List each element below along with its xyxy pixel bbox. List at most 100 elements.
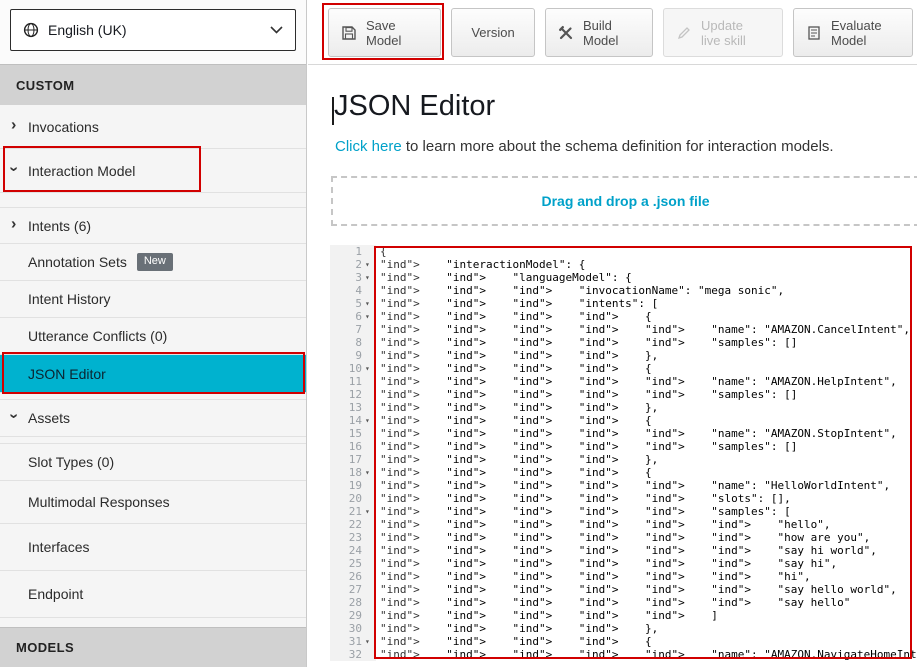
editor-line-text[interactable]: "ind"> xyxy=(376,544,446,557)
line-number-gutter[interactable]: 13 xyxy=(330,401,376,414)
editor-line-text[interactable]: "ind"> xyxy=(376,622,446,635)
line-number-gutter[interactable]: 27 xyxy=(330,583,376,596)
json-dropzone[interactable]: Drag and drop a .json file xyxy=(331,176,917,226)
update-live-skill-button[interactable]: Update live skill xyxy=(663,8,783,57)
editor-line-text[interactable]: "ind"> xyxy=(376,284,446,297)
editor-line-11[interactable]: 11"ind"> "ind"> "ind"> "ind"> "ind"> "na… xyxy=(330,375,917,388)
editor-line-text[interactable]: "ind"> xyxy=(376,427,446,440)
editor-line-16[interactable]: 16"ind"> "ind"> "ind"> "ind"> "ind"> "sa… xyxy=(330,440,917,453)
line-number-gutter[interactable]: 30 xyxy=(330,622,376,635)
editor-line-14[interactable]: 14▾"ind"> "ind"> "ind"> "ind"> { xyxy=(330,414,917,427)
fold-arrow-icon[interactable]: ▾ xyxy=(365,258,376,271)
editor-line-19[interactable]: 19"ind"> "ind"> "ind"> "ind"> "ind"> "na… xyxy=(330,479,917,492)
line-number-gutter[interactable]: 29 xyxy=(330,609,376,622)
editor-line-text[interactable]: "ind"> xyxy=(376,440,446,453)
editor-line-text[interactable]: "ind"> xyxy=(376,505,446,518)
fold-arrow-icon[interactable]: ▾ xyxy=(365,414,376,427)
editor-line-10[interactable]: 10▾"ind"> "ind"> "ind"> "ind"> { xyxy=(330,362,917,375)
editor-line-28[interactable]: 28"ind"> "ind"> "ind"> "ind"> "ind"> "in… xyxy=(330,596,917,609)
editor-line-31[interactable]: 31▾"ind"> "ind"> "ind"> "ind"> { xyxy=(330,635,917,648)
line-number-gutter[interactable]: 7 xyxy=(330,323,376,336)
line-number-gutter[interactable]: 16 xyxy=(330,440,376,453)
editor-line-32[interactable]: 32"ind"> "ind"> "ind"> "ind"> "ind"> "na… xyxy=(330,648,917,661)
editor-line-text[interactable]: "ind"> xyxy=(376,414,446,427)
line-number-gutter[interactable]: 8 xyxy=(330,336,376,349)
language-selector[interactable]: English (UK) xyxy=(10,9,296,51)
fold-arrow-icon[interactable]: ▾ xyxy=(365,362,376,375)
line-number-gutter[interactable]: 20 xyxy=(330,492,376,505)
sidebar-item-annotation-sets[interactable]: Annotation Sets New xyxy=(0,244,306,281)
editor-line-8[interactable]: 8"ind"> "ind"> "ind"> "ind"> "ind"> "sam… xyxy=(330,336,917,349)
line-number-gutter[interactable]: 4 xyxy=(330,284,376,297)
sidebar-item-endpoint[interactable]: Endpoint xyxy=(0,571,306,618)
editor-line-25[interactable]: 25"ind"> "ind"> "ind"> "ind"> "ind"> "in… xyxy=(330,557,917,570)
fold-arrow-icon[interactable]: ▾ xyxy=(365,635,376,648)
line-number-gutter[interactable]: 1 xyxy=(330,245,376,258)
sidebar-item-utterance-conflicts[interactable]: Utterance Conflicts (0) xyxy=(0,318,306,355)
sidebar-item-intent-history[interactable]: Intent History xyxy=(0,281,306,318)
editor-line-20[interactable]: 20"ind"> "ind"> "ind"> "ind"> "ind"> "sl… xyxy=(330,492,917,505)
editor-line-29[interactable]: 29"ind"> "ind"> "ind"> "ind"> "ind"> ] xyxy=(330,609,917,622)
line-number-gutter[interactable]: 6▾ xyxy=(330,310,376,323)
editor-line-3[interactable]: 3▾"ind"> "ind"> "languageModel": { xyxy=(330,271,917,284)
sidebar-item-assets[interactable]: › Assets xyxy=(0,399,306,437)
click-here-link[interactable]: Click here xyxy=(335,138,402,155)
line-number-gutter[interactable]: 24 xyxy=(330,544,376,557)
editor-line-text[interactable]: "ind"> xyxy=(376,258,446,271)
line-number-gutter[interactable]: 11 xyxy=(330,375,376,388)
evaluate-model-button[interactable]: Evaluate Model xyxy=(793,8,913,57)
editor-line-text[interactable]: "ind"> xyxy=(376,310,446,323)
editor-line-4[interactable]: 4"ind"> "ind"> "ind"> "invocationName": … xyxy=(330,284,917,297)
editor-line-1[interactable]: 1{ xyxy=(330,245,917,258)
line-number-gutter[interactable]: 25 xyxy=(330,557,376,570)
editor-line-text[interactable]: "ind"> xyxy=(376,596,446,609)
editor-line-text[interactable]: "ind"> xyxy=(376,453,446,466)
sidebar-item-multimodal-responses[interactable]: Multimodal Responses xyxy=(0,481,306,524)
editor-line-26[interactable]: 26"ind"> "ind"> "ind"> "ind"> "ind"> "in… xyxy=(330,570,917,583)
line-number-gutter[interactable]: 32 xyxy=(330,648,376,661)
editor-line-text[interactable]: "ind"> xyxy=(376,466,446,479)
sidebar-item-invocations[interactable]: › Invocations xyxy=(0,105,306,149)
sidebar-item-interaction-model[interactable]: › Interaction Model xyxy=(0,149,306,193)
editor-line-text[interactable]: "ind"> xyxy=(376,531,446,544)
line-number-gutter[interactable]: 26 xyxy=(330,570,376,583)
editor-line-17[interactable]: 17"ind"> "ind"> "ind"> "ind"> }, xyxy=(330,453,917,466)
line-number-gutter[interactable]: 12 xyxy=(330,388,376,401)
fold-arrow-icon[interactable]: ▾ xyxy=(365,505,376,518)
editor-line-text[interactable]: "ind"> xyxy=(376,271,446,284)
editor-line-text[interactable]: "ind"> xyxy=(376,609,446,622)
editor-line-text[interactable]: "ind"> xyxy=(376,375,446,388)
editor-line-text[interactable]: "ind"> xyxy=(376,388,446,401)
editor-line-6[interactable]: 6▾"ind"> "ind"> "ind"> "ind"> { xyxy=(330,310,917,323)
editor-line-23[interactable]: 23"ind"> "ind"> "ind"> "ind"> "ind"> "in… xyxy=(330,531,917,544)
line-number-gutter[interactable]: 15 xyxy=(330,427,376,440)
line-number-gutter[interactable]: 9 xyxy=(330,349,376,362)
sidebar-item-interfaces[interactable]: Interfaces xyxy=(0,524,306,571)
editor-line-7[interactable]: 7"ind"> "ind"> "ind"> "ind"> "ind"> "nam… xyxy=(330,323,917,336)
line-number-gutter[interactable]: 31▾ xyxy=(330,635,376,648)
editor-line-27[interactable]: 27"ind"> "ind"> "ind"> "ind"> "ind"> "in… xyxy=(330,583,917,596)
build-model-button[interactable]: Build Model xyxy=(545,8,653,57)
fold-arrow-icon[interactable]: ▾ xyxy=(365,297,376,310)
line-number-gutter[interactable]: 14▾ xyxy=(330,414,376,427)
line-number-gutter[interactable]: 19 xyxy=(330,479,376,492)
line-number-gutter[interactable]: 3▾ xyxy=(330,271,376,284)
line-number-gutter[interactable]: 5▾ xyxy=(330,297,376,310)
editor-line-9[interactable]: 9"ind"> "ind"> "ind"> "ind"> }, xyxy=(330,349,917,362)
editor-line-15[interactable]: 15"ind"> "ind"> "ind"> "ind"> "ind"> "na… xyxy=(330,427,917,440)
editor-line-30[interactable]: 30"ind"> "ind"> "ind"> "ind"> }, xyxy=(330,622,917,635)
editor-line-text[interactable]: "ind"> xyxy=(376,362,446,375)
editor-line-text[interactable]: "ind"> xyxy=(376,570,446,583)
line-number-gutter[interactable]: 22 xyxy=(330,518,376,531)
version-button[interactable]: Version xyxy=(451,8,535,57)
editor-line-text[interactable]: "ind"> xyxy=(376,648,446,661)
editor-line-text[interactable]: "ind"> xyxy=(376,635,446,648)
sidebar-item-slot-types[interactable]: Slot Types (0) xyxy=(0,443,306,481)
editor-line-12[interactable]: 12"ind"> "ind"> "ind"> "ind"> "ind"> "sa… xyxy=(330,388,917,401)
fold-arrow-icon[interactable]: ▾ xyxy=(365,310,376,323)
editor-line-5[interactable]: 5▾"ind"> "ind"> "ind"> "intents": [ xyxy=(330,297,917,310)
editor-line-21[interactable]: 21▾"ind"> "ind"> "ind"> "ind"> "ind"> "s… xyxy=(330,505,917,518)
line-number-gutter[interactable]: 28 xyxy=(330,596,376,609)
line-number-gutter[interactable]: 2▾ xyxy=(330,258,376,271)
editor-line-text[interactable]: "ind"> xyxy=(376,336,446,349)
